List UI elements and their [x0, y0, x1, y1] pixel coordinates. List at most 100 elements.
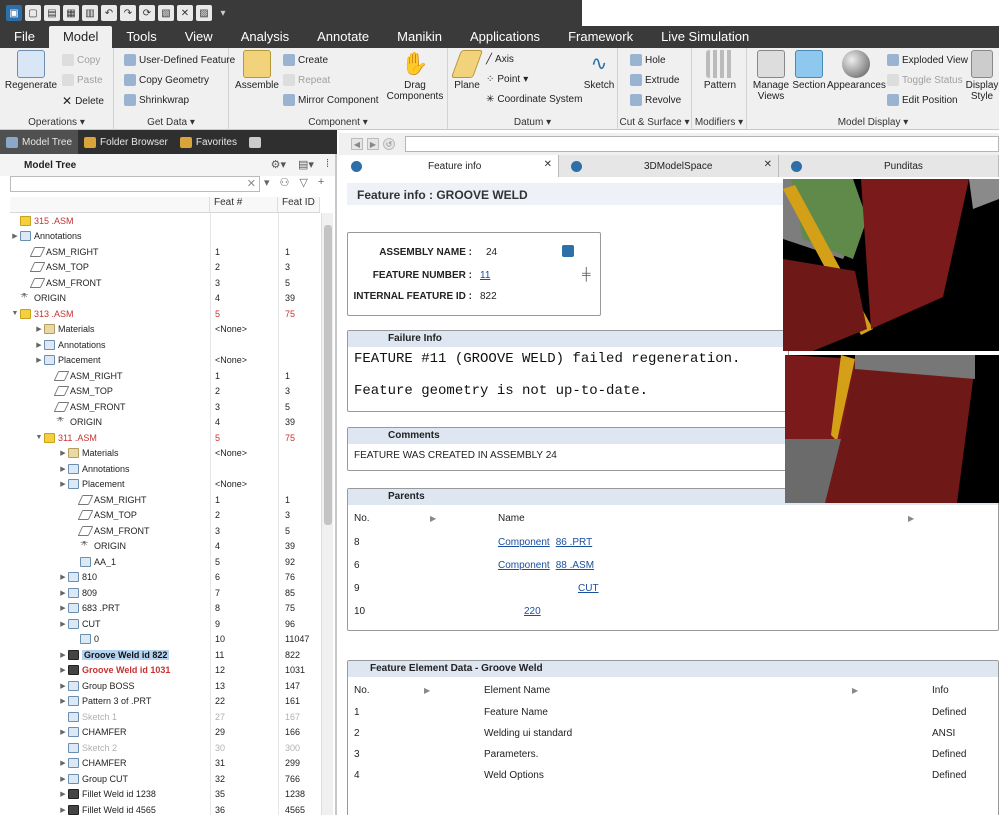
expand-toggle-icon[interactable]: ▶	[58, 465, 68, 473]
feature-number-link[interactable]: 11	[480, 270, 490, 281]
extrude-button[interactable]: Extrude	[630, 74, 679, 86]
drag-components-button[interactable]: ✋ Drag Components	[385, 50, 445, 102]
column-feat-id[interactable]: Feat ID	[278, 197, 320, 212]
address-input[interactable]	[405, 136, 999, 152]
expand-toggle-icon[interactable]: ▶	[58, 775, 68, 783]
tab-applications[interactable]: Applications	[456, 26, 554, 48]
tree-row[interactable]: ASM_RIGHT 1 1	[10, 368, 320, 384]
create-button[interactable]: Create	[283, 54, 328, 66]
tree-row[interactable]: ▶ Fillet Weld id 4565 36 4565	[10, 802, 320, 815]
tree-row[interactable]: Sketch 2 30 300	[10, 740, 320, 756]
mirror-component-button[interactable]: Mirror Component	[283, 94, 379, 106]
expand-toggle-icon[interactable]: ▶	[34, 325, 44, 333]
expand-toggle-icon[interactable]: ▶	[58, 790, 68, 798]
app-icon[interactable]: ▣	[6, 5, 22, 21]
display-style-button[interactable]: Display Style	[965, 50, 999, 102]
open-icon[interactable]: ▤	[44, 5, 60, 21]
tab-view[interactable]: View	[171, 26, 227, 48]
clear-icon[interactable]: ✕	[247, 177, 256, 190]
repeat-button[interactable]: Repeat	[283, 74, 330, 86]
revolve-button[interactable]: Revolve	[630, 94, 681, 106]
tree-row[interactable]: ORIGIN 439	[10, 290, 320, 306]
expand-toggle-icon[interactable]: ▼	[34, 434, 44, 441]
copy-geometry-button[interactable]: Copy Geometry	[124, 74, 209, 86]
regenerate-button[interactable]: Regenerate	[4, 50, 58, 91]
tab-layers[interactable]	[243, 130, 267, 154]
expand-toggle-icon[interactable]: ▶	[34, 356, 44, 364]
forward-icon[interactable]: ▶	[367, 138, 379, 150]
expand-toggle-icon[interactable]: ▶	[58, 589, 68, 597]
tree-columns-icon[interactable]: ▤▾	[298, 158, 314, 171]
tree-row[interactable]: ▶ Group BOSS 13 147	[10, 678, 320, 694]
tab-feature-info[interactable]: Feature info ✕	[339, 155, 559, 177]
tab-manikin[interactable]: Manikin	[383, 26, 456, 48]
tab-model[interactable]: Model	[48, 26, 113, 48]
modifiers-group-label[interactable]: Modifiers ▾	[692, 117, 746, 128]
tree-row[interactable]: ▶ CHAMFER 29 166	[10, 724, 320, 740]
tree-row[interactable]: ORIGIN 439	[10, 538, 320, 554]
scrollbar-thumb[interactable]	[324, 225, 332, 525]
tree-row[interactable]: ▼ 311 .ASM 5 75	[10, 430, 320, 446]
expand-toggle-icon[interactable]: ▶	[58, 666, 68, 674]
tree-row[interactable]: ▶ Annotations	[10, 337, 320, 353]
tab-model-tree[interactable]: Model Tree	[0, 130, 79, 154]
expand-toggle-icon[interactable]: ▶	[58, 759, 68, 767]
tree-row[interactable]: ▼ 313 .ASM 5 75	[10, 306, 320, 322]
regenerate-icon[interactable]: ⟳	[139, 5, 155, 21]
tree-row[interactable]: 0 10 11047	[10, 631, 320, 647]
datum-group-label[interactable]: Datum ▾	[448, 117, 617, 128]
axis-button[interactable]: ╱ Axis	[486, 54, 514, 65]
expand-toggle-icon[interactable]: ▶	[34, 341, 44, 349]
tree-row[interactable]: ASM_TOP 2 3	[10, 259, 320, 275]
hole-button[interactable]: Hole	[630, 54, 666, 66]
close-icon[interactable]: ✕	[544, 159, 552, 170]
appearances-button[interactable]: Appearances	[827, 50, 886, 91]
tab-tools[interactable]: Tools	[112, 26, 170, 48]
expand-toggle-icon[interactable]: ▶	[58, 728, 68, 736]
expand-toggle-icon[interactable]: ▼	[10, 310, 20, 317]
tab-file[interactable]: File	[0, 26, 49, 48]
tree-row[interactable]: ASM_TOP 2 3	[10, 383, 320, 399]
tab-punditas[interactable]: Punditas	[779, 155, 999, 177]
parent-name-link[interactable]: 86 .PRT	[556, 537, 593, 548]
expand-toggle-icon[interactable]: ▶	[58, 682, 68, 690]
tree-row[interactable]: AA_1 5 92	[10, 554, 320, 570]
tree-row[interactable]: ASM_FRONT 3 5	[10, 523, 320, 539]
tree-row[interactable]: ▶ Annotations	[10, 461, 320, 477]
tab-annotate[interactable]: Annotate	[303, 26, 383, 48]
chevron-down-icon[interactable]: ▾	[264, 176, 270, 189]
sort-icon[interactable]: ▶	[852, 686, 932, 695]
component-group-label[interactable]: Component ▾	[229, 117, 447, 128]
parent-name-link[interactable]: 220	[524, 606, 541, 617]
expand-toggle-icon[interactable]: ▶	[58, 697, 68, 705]
expand-toggle-icon[interactable]: ▶	[58, 651, 68, 659]
tree-row[interactable]: Sketch 1 27 167	[10, 709, 320, 725]
add-icon[interactable]: +	[318, 176, 324, 189]
expand-toggle-icon[interactable]: ▶	[58, 573, 68, 581]
history-icon[interactable]: ↺	[383, 138, 395, 150]
tree-row[interactable]: ▶ 810 6 76	[10, 569, 320, 585]
sort-icon[interactable]: ▶	[424, 686, 484, 695]
windows-icon[interactable]: ▧	[158, 5, 174, 21]
tab-favorites[interactable]: Favorites	[174, 130, 243, 154]
pattern-button[interactable]: Pattern	[698, 50, 742, 91]
copy-button[interactable]: Copy	[62, 54, 100, 66]
column-name[interactable]	[10, 197, 210, 212]
tree-row[interactable]: ASM_TOP 2 3	[10, 507, 320, 523]
parent-name-link[interactable]: CUT	[578, 583, 599, 594]
close-icon[interactable]: ✕	[764, 159, 772, 170]
paste-button[interactable]: Paste	[62, 74, 103, 86]
info-icon[interactable]	[562, 245, 574, 257]
tab-live-simulation[interactable]: Live Simulation	[647, 26, 763, 48]
tab-framework[interactable]: Framework	[554, 26, 647, 48]
edit-position-button[interactable]: Edit Position	[887, 94, 958, 106]
tree-row[interactable]: ▶ CHAMFER 31 299	[10, 755, 320, 771]
tree-row[interactable]: ASM_FRONT 3 5	[10, 275, 320, 291]
exploded-view-button[interactable]: Exploded View	[887, 54, 968, 66]
tree-row[interactable]: ▶ Groove Weld id 822 11 822	[10, 647, 320, 663]
expand-toggle-icon[interactable]: ▶	[10, 232, 20, 240]
tab-folder-browser[interactable]: Folder Browser	[78, 130, 174, 154]
coordinate-system-button[interactable]: ✳ Coordinate System	[486, 94, 582, 105]
new-icon[interactable]: ▢	[25, 5, 41, 21]
tree-row[interactable]: ORIGIN 439	[10, 414, 320, 430]
